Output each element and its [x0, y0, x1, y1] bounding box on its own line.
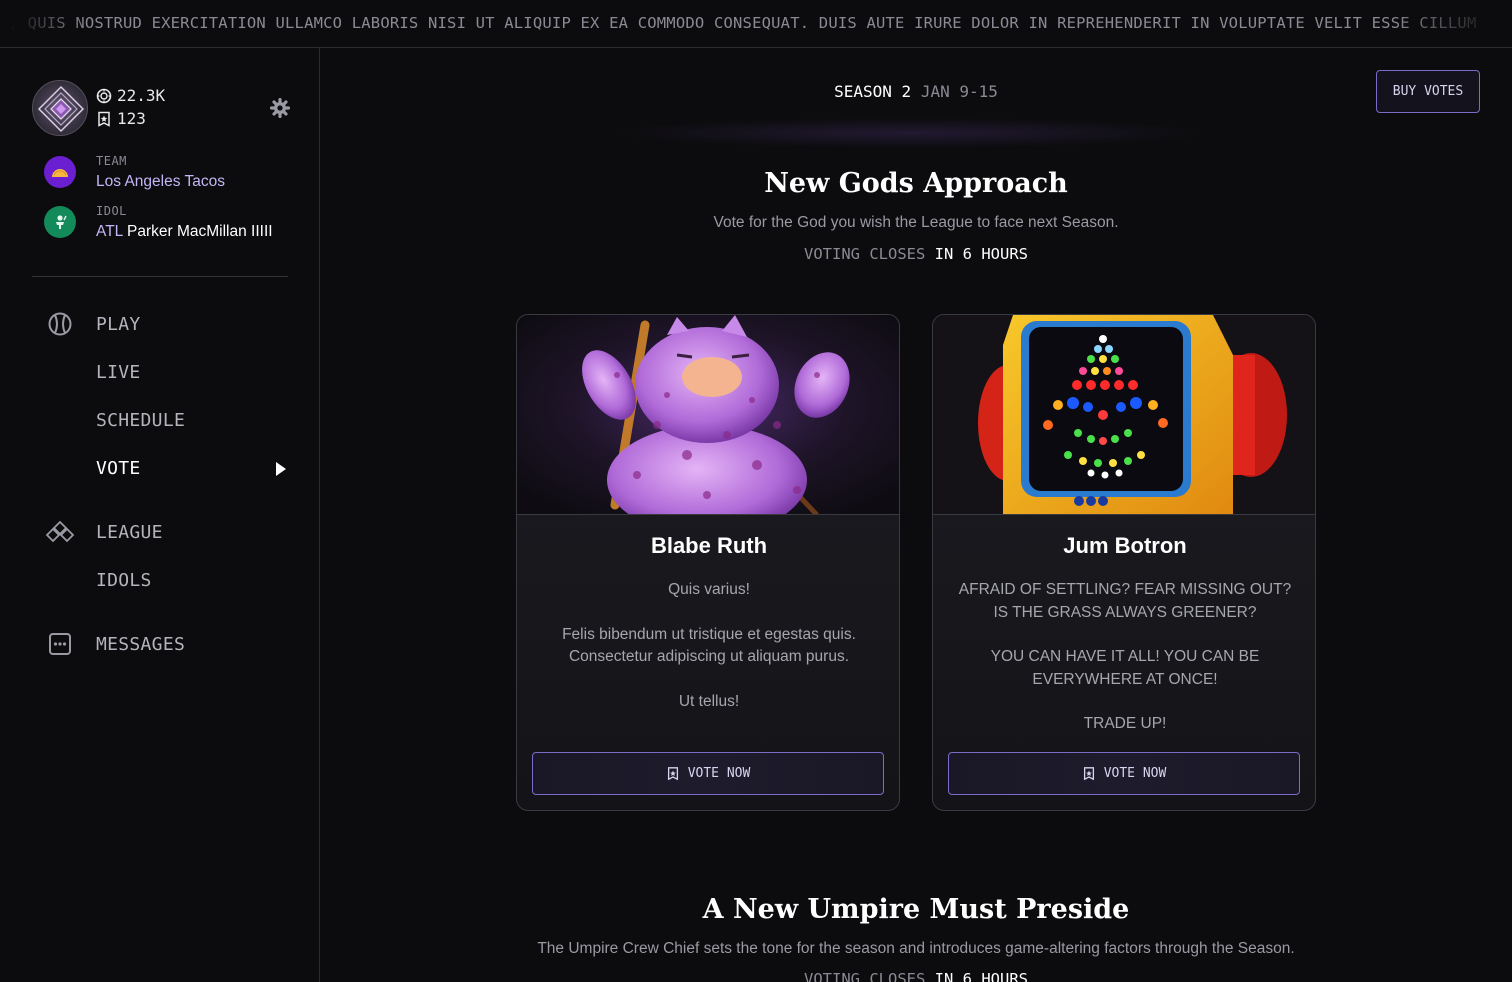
nav-live[interactable]: LIVE: [96, 362, 141, 383]
nav-vote[interactable]: VOTE: [96, 458, 141, 479]
voting-closes-label: VOTING CLOSES: [804, 970, 926, 982]
sidebar: 22.3K 123 TEAM Los Angeles Tacos IDOL AT…: [0, 48, 320, 982]
god-description-line: Felis bibendum ut tristique et egestas q…: [562, 625, 856, 666]
god-description: AFRAID OF SETTLING? FEAR MISSING OUT? IS…: [953, 579, 1297, 758]
votes-stat: 123: [96, 109, 146, 128]
god-portrait-blabe: [517, 315, 899, 515]
ticker-fade-right: [1392, 0, 1512, 47]
idol-badge[interactable]: [44, 206, 76, 238]
season-label: SEASON 2: [834, 82, 912, 101]
main-content: SEASON 2 JAN 9-15 BUY VOTES New Gods App…: [320, 48, 1512, 982]
god-description: Quis varius! Felis bibendum ut tristique…: [537, 579, 881, 735]
god-portrait-jum: [933, 315, 1315, 515]
taco-icon: [52, 169, 68, 177]
god-card: Blabe Ruth Quis varius! Felis bibendum u…: [516, 314, 900, 811]
diamonds-icon: [45, 520, 75, 543]
active-arrow-icon: [276, 462, 286, 476]
voting-closes-umpire: VOTING CLOSES IN 6 HOURS: [320, 970, 1512, 982]
vote-ticket-icon: [1083, 767, 1094, 781]
coins-value: 22.3K: [117, 86, 166, 105]
god-description-line: TRADE UP!: [1083, 715, 1167, 732]
robot-screen-illustration-icon: [933, 315, 1315, 514]
avatar-emblem-icon: [37, 85, 85, 133]
nav-league[interactable]: LEAGUE: [96, 522, 163, 543]
voting-closes-label: VOTING CLOSES: [804, 245, 926, 263]
nav-messages[interactable]: MESSAGES: [96, 634, 185, 655]
vote-ticket-icon: [667, 767, 678, 781]
creature-illustration-icon: [517, 315, 899, 514]
god-description-line: AFRAID OF SETTLING? FEAR MISSING OUT? IS…: [958, 581, 1292, 621]
vote-now-button[interactable]: VOTE NOW: [532, 752, 884, 795]
nav-idols[interactable]: IDOLS: [96, 570, 152, 591]
header-glow: [610, 118, 1210, 148]
buy-votes-button[interactable]: BUY VOTES: [1376, 70, 1480, 113]
god-description-line: YOU CAN HAVE IT ALL! YOU CAN BE EVERYWHE…: [990, 648, 1260, 688]
god-card: Jum Botron AFRAID OF SETTLING? FEAR MISS…: [932, 314, 1316, 811]
avatar[interactable]: [32, 80, 88, 136]
section-title-umpire: A New Umpire Must Preside: [702, 894, 1130, 925]
god-name: Jum Botron: [1063, 533, 1187, 558]
idol-value[interactable]: ATL Parker MacMillan IIIII: [96, 223, 273, 241]
coin-icon: [96, 88, 112, 103]
team-label: TEAM: [96, 154, 127, 168]
vote-now-label: VOTE NOW: [1103, 766, 1167, 781]
voting-closes-gods: VOTING CLOSES IN 6 HOURS: [320, 245, 1512, 263]
section-title-gods: New Gods Approach: [764, 168, 1068, 199]
ticker-fade-left: [0, 0, 90, 47]
sidebar-divider: [32, 276, 288, 277]
season-dates: JAN 9-15: [920, 82, 998, 101]
chat-icon: [49, 633, 71, 655]
voting-closes-value: IN 6 HOURS: [934, 970, 1028, 982]
idol-team-abbr: ATL: [96, 223, 123, 240]
idol-label: IDOL: [96, 204, 127, 218]
season-header: SEASON 2 JAN 9-15: [320, 82, 1512, 101]
vote-ticket-icon: [98, 111, 110, 127]
vote-now-label: VOTE NOW: [687, 766, 751, 781]
news-ticker: TAM, QUIS NOSTRUD EXERCITATION ULLAMCO L…: [0, 0, 1512, 48]
baseball-icon: [48, 312, 72, 336]
god-description-line: Quis varius!: [668, 581, 750, 598]
voting-closes-value: IN 6 HOURS: [934, 245, 1028, 263]
ticker-text: TAM, QUIS NOSTRUD EXERCITATION ULLAMCO L…: [0, 14, 1477, 32]
votes-value: 123: [117, 109, 146, 128]
nav-play[interactable]: PLAY: [96, 314, 141, 335]
idol-player-name: Parker MacMillan IIIII: [127, 223, 273, 240]
player-icon: [56, 215, 67, 229]
vote-now-button[interactable]: VOTE NOW: [948, 752, 1300, 795]
gear-icon[interactable]: [270, 98, 290, 118]
team-name-link[interactable]: Los Angeles Tacos: [96, 173, 225, 191]
nav-schedule[interactable]: SCHEDULE: [96, 410, 185, 431]
team-badge[interactable]: [44, 156, 76, 188]
section-subtitle-gods: Vote for the God you wish the League to …: [713, 214, 1119, 231]
god-description-line: Ut tellus!: [678, 692, 740, 710]
coins-stat: 22.3K: [96, 86, 165, 105]
section-subtitle-umpire: The Umpire Crew Chief sets the tone for …: [537, 940, 1295, 957]
god-name: Blabe Ruth: [650, 533, 768, 558]
